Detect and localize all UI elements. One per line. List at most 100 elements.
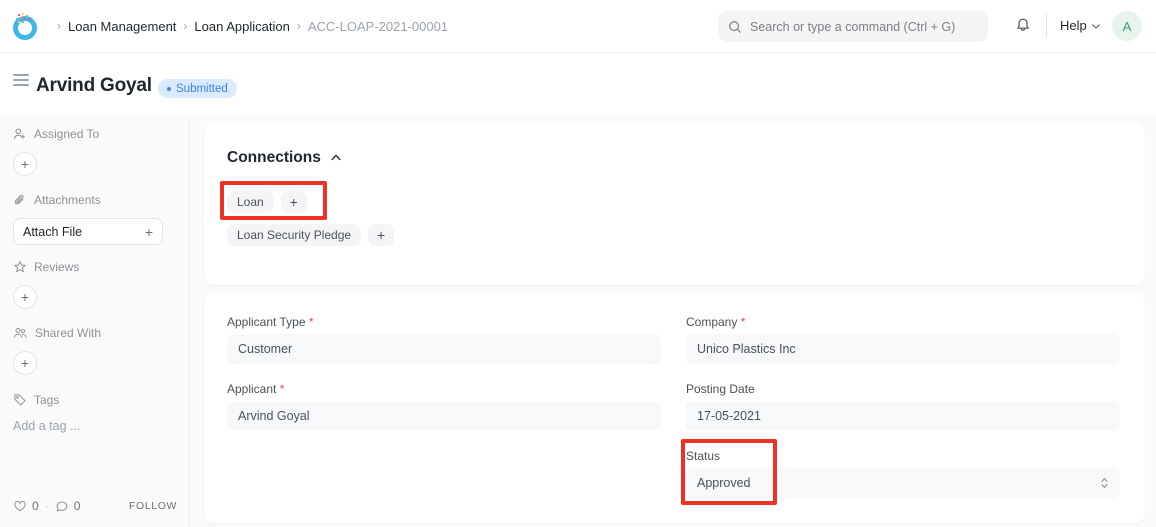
field-label: Applicant Type * (227, 315, 661, 329)
form-card: Applicant Type * Customer Applicant * Ar… (204, 293, 1145, 523)
field-posting-date: Posting Date 17-05-2021 (686, 382, 1120, 431)
assigned-user-icon (13, 128, 25, 140)
sidebar-section-reviews: Reviews + (0, 260, 190, 309)
breadcrumb-item-loan-application[interactable]: Loan Application (194, 19, 289, 34)
tag-input[interactable]: Add a tag ... (13, 419, 177, 433)
main-content: Connections Loan + Loan Security Pledge … (190, 115, 1156, 527)
breadcrumb: › Loan Management › Loan Application › A… (50, 19, 448, 34)
star-icon (14, 261, 26, 273)
attach-file-label: Attach File (23, 224, 83, 239)
frappe-logo-icon[interactable] (10, 11, 40, 41)
help-label: Help (1060, 18, 1087, 33)
connection-chip-loan[interactable]: Loan (227, 191, 274, 213)
bell-icon[interactable] (1013, 16, 1033, 36)
applicant-type-input[interactable]: Customer (227, 334, 661, 364)
field-label-text: Applicant (227, 382, 277, 396)
sidebar-label-assigned-to: Assigned To (34, 127, 100, 141)
sidebar-section-tags: Tags Add a tag ... (0, 393, 190, 433)
follow-button[interactable]: FOLLOW (129, 500, 177, 512)
field-label-text: Applicant Type (227, 315, 306, 329)
status-select-value: Approved (697, 476, 751, 490)
avatar[interactable]: A (1112, 11, 1142, 41)
top-navbar: › Loan Management › Loan Application › A… (0, 0, 1156, 53)
tag-icon (14, 394, 26, 406)
add-review-button[interactable]: + (13, 285, 37, 309)
connection-row-loan: Loan + (227, 191, 307, 213)
paperclip-icon (14, 194, 24, 205)
company-input[interactable]: Unico Plastics Inc (686, 334, 1120, 364)
like-control[interactable]: 0 (13, 499, 39, 513)
plus-icon: + (144, 223, 153, 240)
breadcrumb-item-loan-management[interactable]: Loan Management (68, 19, 176, 34)
status-badge-label: Submitted (176, 82, 228, 95)
field-label: Status (686, 449, 1120, 463)
like-count: 0 (32, 499, 39, 513)
required-marker: * (276, 382, 285, 396)
page-header: Arvind Goyal Submitted Create (0, 53, 1156, 153)
sidebar-footer: 0 · 0 FOLLOW (0, 499, 190, 513)
chevron-up-icon[interactable] (330, 152, 342, 164)
comment-icon (56, 501, 68, 512)
applicant-input[interactable]: Arvind Goyal (227, 401, 661, 431)
posting-date-input[interactable]: 17-05-2021 (686, 401, 1120, 431)
avatar-initial: A (1122, 18, 1132, 34)
field-label: Company * (686, 315, 1120, 329)
field-label: Posting Date (686, 382, 1120, 396)
sidebar-label-shared-with: Shared With (35, 326, 102, 340)
connections-card: Connections Loan + Loan Security Pledge … (204, 123, 1145, 285)
status-dot-icon (167, 86, 171, 91)
field-label: Applicant * (227, 382, 661, 396)
status-badge: Submitted (158, 79, 237, 98)
sidebar-section-header: Shared With (13, 326, 177, 340)
field-applicant-type: Applicant Type * Customer (227, 315, 661, 364)
sidebar-label-attachments: Attachments (34, 193, 101, 207)
comment-control[interactable]: 0 (55, 499, 81, 513)
sidebar-section-header: Assigned To (13, 127, 177, 141)
sidebar-section-header: Tags (13, 393, 177, 407)
breadcrumb-separator: › (183, 19, 188, 33)
field-label-text: Posting Date (686, 382, 755, 396)
chevron-down-icon (1091, 23, 1100, 29)
help-menu[interactable]: Help (1060, 18, 1101, 33)
sidebar-label-reviews: Reviews (34, 260, 80, 274)
sidebar-section-attachments: Attachments Attach File + (0, 193, 190, 245)
add-loan-button[interactable]: + (280, 191, 307, 213)
search-input[interactable]: Search or type a command (Ctrl + G) (718, 11, 988, 42)
field-company: Company * Unico Plastics Inc (686, 315, 1120, 364)
sidebar-section-shared-with: Shared With + (0, 326, 190, 375)
app-root: › Loan Management › Loan Application › A… (0, 0, 1156, 527)
required-marker: * (737, 315, 746, 329)
heart-icon (14, 500, 26, 512)
breadcrumb-item-current: ACC-LOAP-2021-00001 (307, 18, 449, 34)
sidebar-section-assigned-to: Assigned To + (0, 127, 190, 176)
add-assignment-button[interactable]: + (13, 152, 37, 176)
connections-title-label: Connections (227, 149, 321, 166)
field-label-text: Status (686, 449, 721, 463)
search-placeholder: Search or type a command (Ctrl + G) (750, 19, 956, 34)
sidebar-label-tags: Tags (34, 393, 60, 407)
connection-row-loan-security-pledge: Loan Security Pledge + (227, 224, 395, 246)
people-icon (14, 328, 27, 338)
select-caret-icon (1100, 476, 1109, 490)
sidebar-section-header: Attachments (13, 193, 177, 207)
connections-title[interactable]: Connections (227, 149, 342, 167)
field-label-text: Company (686, 315, 738, 329)
search-icon (729, 20, 741, 33)
footer-separator: · (44, 499, 49, 513)
field-applicant: Applicant * Arvind Goyal (227, 382, 661, 431)
attach-file-button[interactable]: Attach File + (13, 218, 163, 245)
navbar-divider (1046, 14, 1047, 38)
hamburger-menu-icon[interactable] (13, 74, 29, 86)
required-marker: * (305, 315, 314, 329)
page-title: Arvind Goyal (36, 75, 152, 96)
add-share-button[interactable]: + (13, 351, 37, 375)
sidebar-section-header: Reviews (13, 260, 177, 274)
status-select[interactable]: Approved (686, 468, 1120, 498)
breadcrumb-separator: › (57, 19, 61, 33)
add-loan-security-pledge-button[interactable]: + (368, 224, 395, 246)
field-status: Status Approved (686, 449, 1120, 498)
comment-count: 0 (73, 499, 81, 513)
document-sidebar: Assigned To + Attachments Attach File + (0, 115, 190, 527)
breadcrumb-separator: › (296, 19, 301, 33)
connection-chip-loan-security-pledge[interactable]: Loan Security Pledge (227, 224, 362, 246)
